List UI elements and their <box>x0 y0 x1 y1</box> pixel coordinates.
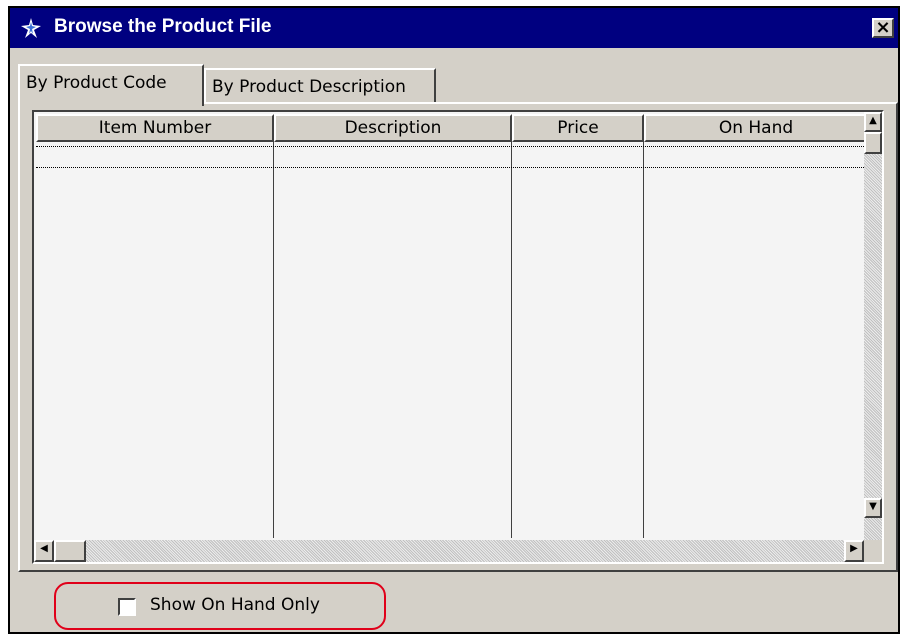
column-divider <box>643 142 644 538</box>
window-title: Browse the Product File <box>54 16 272 37</box>
arrow-right-icon: ▶ <box>850 543 858 554</box>
show-on-hand-label[interactable]: Show On Hand Only <box>150 595 320 615</box>
column-divider <box>273 142 274 538</box>
vertical-scroll-thumb[interactable] <box>864 132 882 154</box>
scroll-right-button[interactable]: ▶ <box>844 540 864 562</box>
selected-row[interactable] <box>36 146 868 168</box>
close-icon: × <box>875 17 891 38</box>
arrow-left-icon: ◀ <box>40 543 48 554</box>
column-header-on-hand[interactable]: On Hand <box>644 114 868 142</box>
horizontal-scrollbar[interactable]: ◀ ▶ <box>34 540 864 562</box>
tab-label: By Product Description <box>212 77 406 97</box>
scroll-up-button[interactable]: ▲ <box>864 112 882 132</box>
title-bar[interactable]: Browse the Product File × <box>10 8 898 48</box>
horizontal-scroll-thumb[interactable] <box>54 540 86 562</box>
column-header-description[interactable]: Description <box>274 114 512 142</box>
scroll-left-button[interactable]: ◀ <box>34 540 54 562</box>
app-icon <box>21 18 41 38</box>
scroll-down-button[interactable]: ▼ <box>864 498 882 518</box>
arrow-up-icon: ▲ <box>869 115 877 126</box>
column-divider <box>511 142 512 538</box>
show-on-hand-checkbox[interactable] <box>118 598 136 616</box>
vertical-scrollbar[interactable]: ▲ ▼ <box>864 112 882 540</box>
tab-by-product-code[interactable]: By Product Code <box>18 64 204 106</box>
arrow-down-icon: ▼ <box>869 501 877 512</box>
column-header-price[interactable]: Price <box>512 114 644 142</box>
scroll-corner <box>864 540 882 562</box>
close-button[interactable]: × <box>872 18 894 38</box>
product-grid[interactable]: Item Number Description Price On Hand ▲ … <box>32 110 884 564</box>
tab-label: By Product Code <box>26 73 167 93</box>
tab-by-product-description[interactable]: By Product Description <box>204 68 436 104</box>
column-header-item-number[interactable]: Item Number <box>36 114 274 142</box>
